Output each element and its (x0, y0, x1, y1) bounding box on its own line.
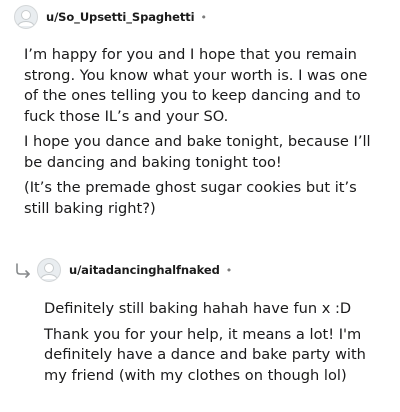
comment-author-link[interactable]: u/So_Upsetti_Spaghetti (46, 10, 195, 24)
comment-body: I’m happy for you and I hope that you re… (24, 45, 376, 224)
separator-dot: • (200, 10, 207, 24)
user-avatar-icon (17, 10, 35, 27)
reply-header: u/aitadancinghalfnaked • (37, 258, 232, 282)
comment-paragraph: I hope you dance and bake tonight, becau… (24, 133, 371, 171)
avatar[interactable] (14, 5, 38, 29)
comment-header: u/So_Upsetti_Spaghetti • (14, 5, 207, 29)
comment-paragraph: (It’s the premade ghost sugar cookies bu… (24, 179, 357, 217)
comment-paragraph: Definitely still baking hahah have fun x… (44, 300, 352, 317)
comment-author-link[interactable]: u/aitadancinghalfnaked (69, 263, 220, 277)
comment-paragraph: Thank you for your help, it means a lot!… (44, 325, 366, 384)
user-avatar-icon (40, 263, 58, 280)
comment-paragraph: I’m happy for you and I hope that you re… (24, 46, 368, 125)
avatar[interactable] (37, 258, 61, 282)
separator-dot: • (225, 263, 233, 277)
reply-arrow-icon (16, 263, 30, 278)
reply-body: Definitely still baking hahah have fun x… (44, 299, 384, 391)
